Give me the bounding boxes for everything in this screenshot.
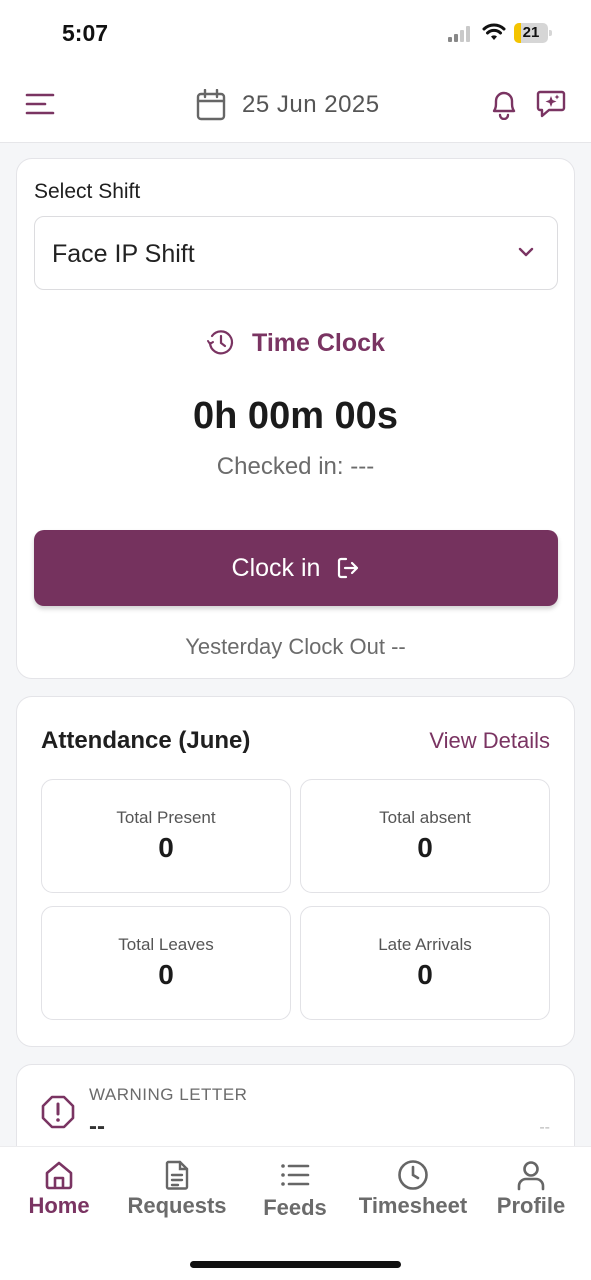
home-indicator	[190, 1261, 401, 1268]
tab-requests[interactable]: Requests	[118, 1147, 236, 1237]
warning-letter-date: --	[539, 1119, 550, 1136]
home-icon	[45, 1161, 73, 1190]
clock-in-label: Clock in	[231, 553, 321, 582]
tab-label: Requests	[127, 1193, 227, 1218]
warning-letter-value: --	[89, 1113, 105, 1140]
stat-label: Total Leaves	[118, 935, 214, 954]
sign-in-icon	[338, 557, 359, 579]
wifi-icon	[482, 23, 506, 40]
status-time: 5:07	[62, 20, 109, 46]
date-selector[interactable]: 25 Jun 2025	[196, 88, 380, 122]
stat-value: 0	[417, 832, 433, 863]
tab-label: Profile	[496, 1193, 566, 1218]
shift-dropdown-value: Face IP Shift	[52, 240, 195, 268]
document-icon	[165, 1160, 189, 1190]
calendar-icon	[196, 89, 226, 121]
elapsed-timer: 0h 00m 00s	[193, 395, 398, 437]
bottom-tab-bar: Home Requests Feeds Timesheet Profile	[0, 1146, 591, 1280]
menu-icon[interactable]	[25, 92, 55, 116]
user-icon	[517, 1161, 545, 1191]
checked-in-text: Checked in: ---	[216, 453, 375, 480]
tab-home[interactable]: Home	[0, 1147, 118, 1237]
tab-label: Home	[28, 1193, 90, 1218]
shift-dropdown[interactable]: Face IP Shift	[34, 216, 558, 290]
battery-indicator: 21	[514, 23, 552, 43]
stat-late-arrivals: Late Arrivals 0	[300, 906, 550, 1020]
warning-letter-label: WARNING LETTER	[89, 1085, 248, 1104]
time-clock-title: Time Clock	[252, 328, 385, 357]
stat-value: 0	[417, 959, 433, 990]
chevron-down-icon	[518, 247, 534, 257]
stat-label: Late Arrivals	[378, 935, 472, 954]
stat-total-present: Total Present 0	[41, 779, 291, 893]
clock-in-button[interactable]: Clock in	[34, 530, 558, 606]
attendance-title: Attendance (June)	[41, 727, 251, 754]
list-icon	[281, 1164, 310, 1186]
view-details-link[interactable]: View Details	[429, 728, 550, 754]
tab-label: Timesheet	[358, 1193, 468, 1218]
stat-total-absent: Total absent 0	[300, 779, 550, 893]
current-date: 25 Jun 2025	[242, 91, 380, 118]
alert-octagon-icon	[41, 1095, 75, 1129]
time-clock-card: Select Shift Face IP Shift Time Clock 0h…	[16, 158, 575, 679]
stat-value: 0	[158, 832, 174, 863]
clock-icon	[398, 1160, 428, 1190]
stat-label: Total Present	[116, 808, 216, 827]
stat-total-leaves: Total Leaves 0	[41, 906, 291, 1020]
cellular-signal-icon	[448, 26, 474, 42]
tab-feeds[interactable]: Feeds	[236, 1147, 354, 1237]
tab-profile[interactable]: Profile	[472, 1147, 590, 1237]
tab-label: Feeds	[263, 1195, 327, 1220]
attendance-card: Attendance (June) View Details Total Pre…	[16, 696, 575, 1047]
tab-timesheet[interactable]: Timesheet	[354, 1147, 472, 1237]
battery-level: 21	[522, 24, 540, 41]
time-clock-heading: Time Clock	[17, 325, 574, 361]
stat-label: Total absent	[379, 808, 471, 827]
select-shift-label: Select Shift	[34, 180, 141, 203]
yesterday-clock-out: Yesterday Clock Out --	[185, 634, 406, 659]
clock-icon	[207, 330, 234, 355]
bell-icon[interactable]	[490, 88, 518, 120]
stat-value: 0	[158, 959, 174, 990]
app-header: 25 Jun 2025	[0, 68, 591, 143]
status-bar: 5:07 21	[0, 0, 591, 68]
chat-sparkle-icon[interactable]	[536, 89, 566, 119]
